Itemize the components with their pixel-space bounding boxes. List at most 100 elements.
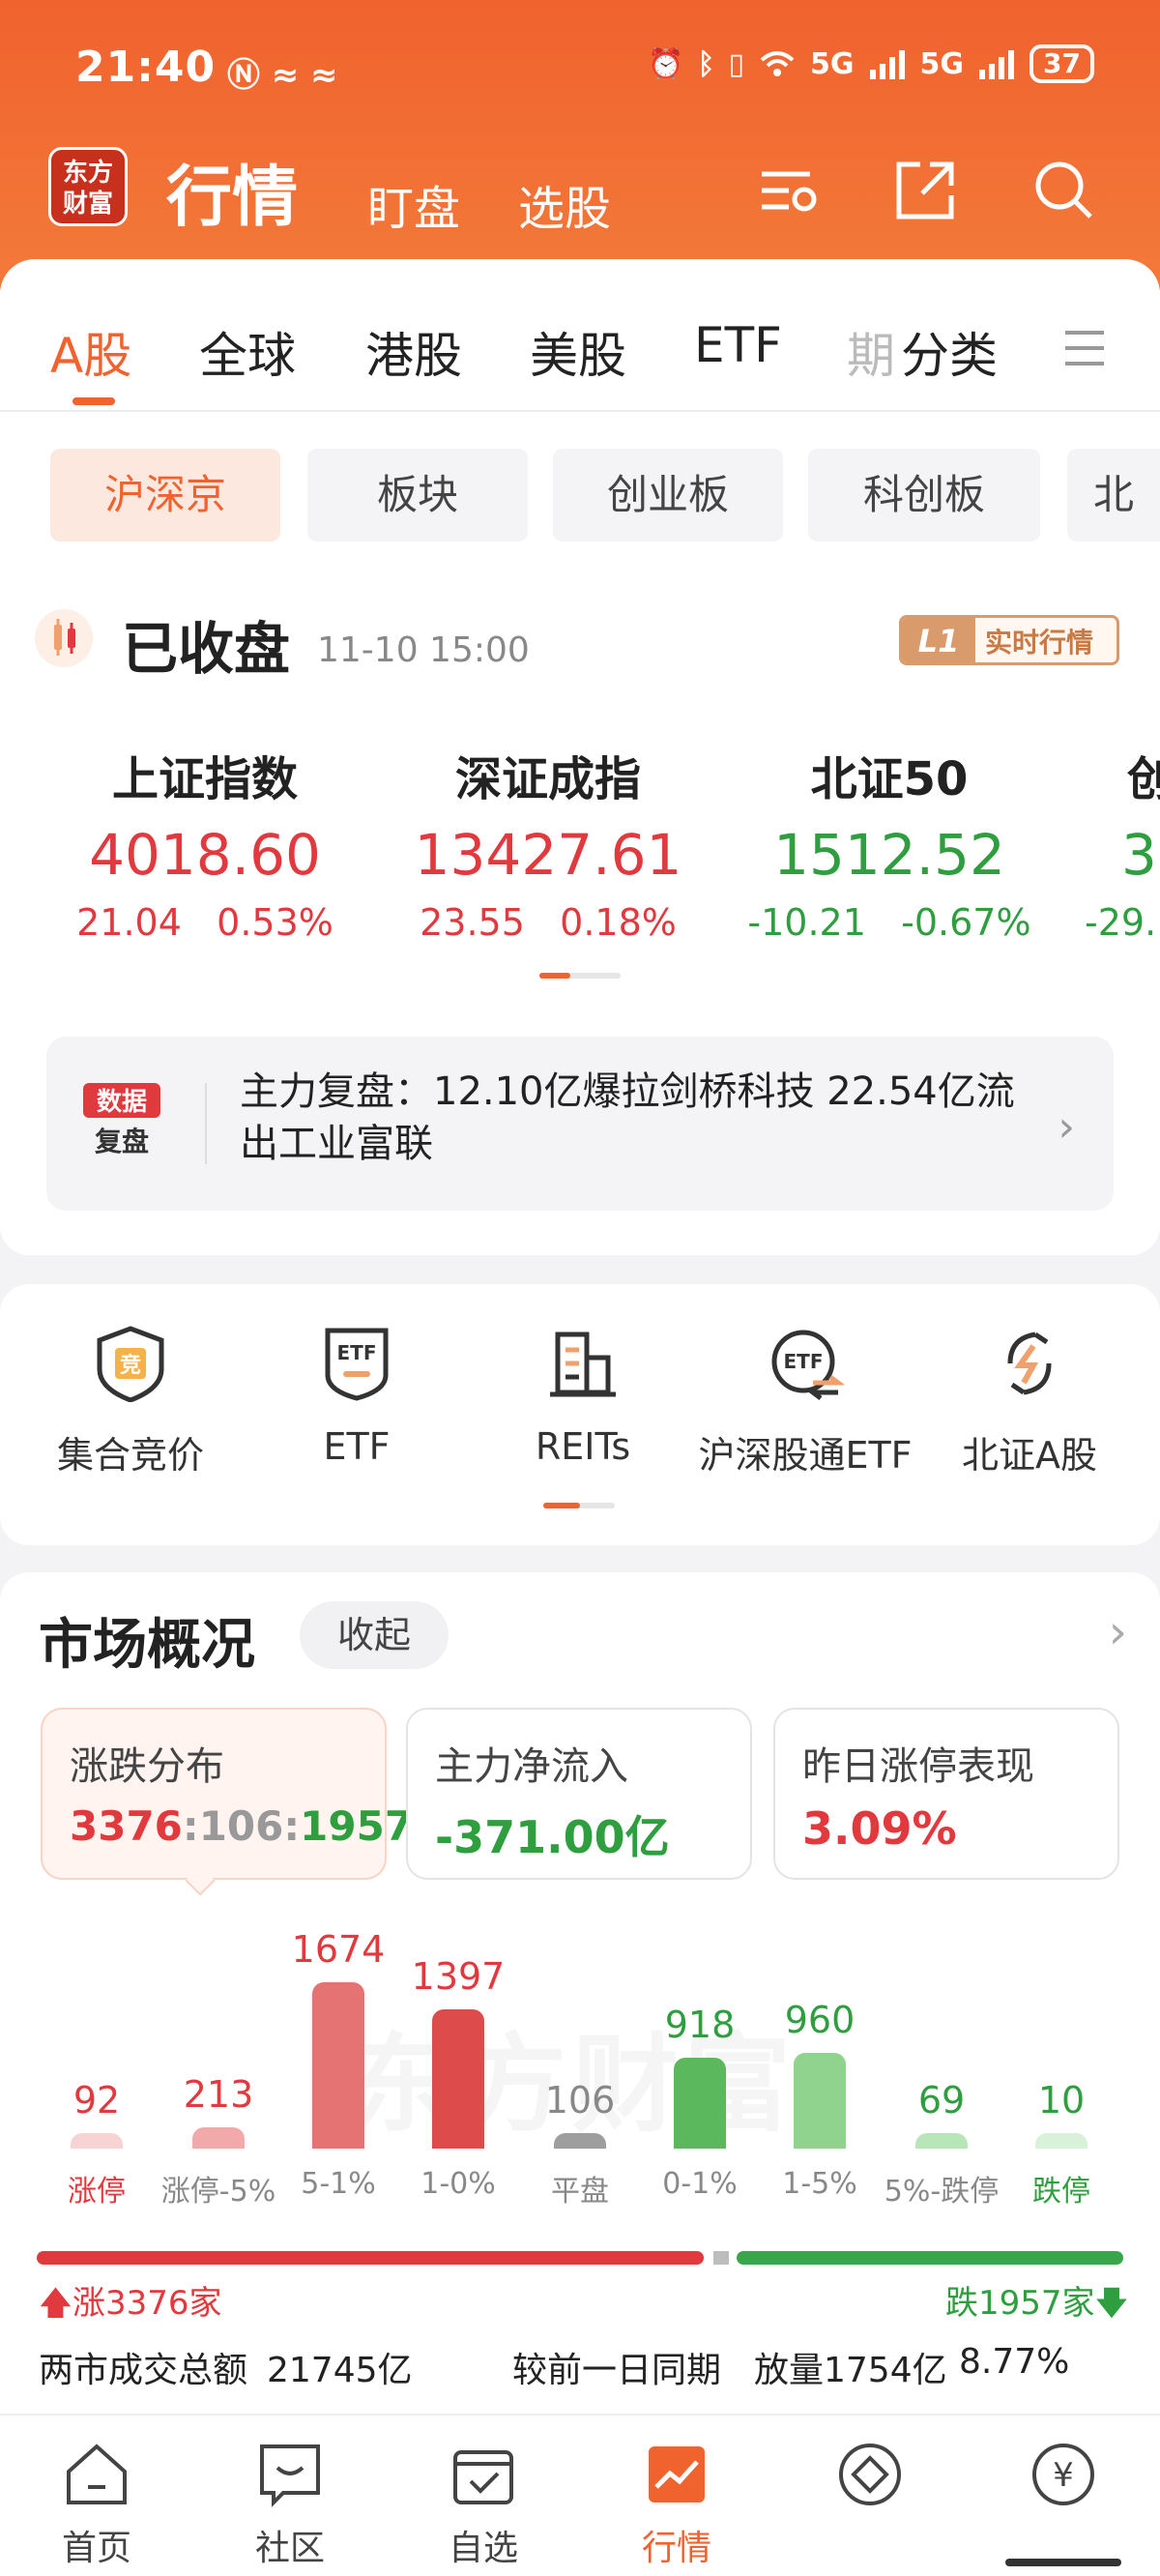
realtime-label: 实时行情 — [985, 627, 1094, 659]
distribution-label: 5%-跌停 — [884, 2175, 1000, 2209]
entry-etf[interactable]: ETF ETF — [246, 1325, 468, 1468]
l1-label: L1 — [902, 618, 975, 662]
turnover-label: 两市成交总额 — [39, 2351, 248, 2390]
compare-value: 放量1754亿 — [754, 2351, 947, 2390]
distribution-bar — [915, 2133, 968, 2149]
nav-community[interactable]: 社区 — [222, 2439, 358, 2570]
vibrate-icon: ▯ — [728, 46, 745, 81]
index-name: 深证成指 — [454, 752, 641, 806]
svg-text:竞: 竞 — [120, 1353, 141, 1378]
distribution-count: 106 — [544, 2079, 616, 2122]
chip-star-market[interactable]: 科创板 — [808, 449, 1040, 542]
entry-reits[interactable]: REITs — [472, 1325, 694, 1468]
logo-text: 东方财富 — [62, 159, 113, 219]
market-overview-card: 市场概况 收起 › 涨跌分布 3376:106:1957 主力净流入 -371.… — [0, 1572, 1160, 2414]
distribution-bar — [554, 2133, 606, 2149]
nav-wealth[interactable]: ¥ — [996, 2439, 1131, 2520]
tab-etf[interactable]: ETF — [694, 317, 782, 373]
tab-watch[interactable]: 盯盘 — [367, 170, 460, 238]
nav-market[interactable]: 行情 — [609, 2439, 744, 2570]
app-header: 21:40 Ⓝ ≈ ≈ ⏰ ᛒ ▯ 5G 5G 37 东方财富 行情 盯盘 选股 — [0, 0, 1160, 290]
tab-category[interactable]: 分类 — [901, 317, 998, 387]
svg-text:ETF: ETF — [337, 1341, 377, 1364]
distribution-label: 平盘 — [551, 2175, 609, 2209]
status-right: ⏰ ᛒ ▯ 5G 5G 37 — [648, 44, 1094, 83]
entry-connect-etf[interactable]: ETF 沪深股通ETF — [694, 1325, 916, 1478]
chip-sectors[interactable]: 板块 — [307, 449, 528, 542]
banner-separator — [205, 1083, 207, 1164]
nav-trade[interactable] — [802, 2439, 938, 2520]
tab-a-shares[interactable]: A股 — [50, 317, 131, 387]
market-status: 已收盘 — [122, 616, 291, 682]
nav-home[interactable]: 首页 — [29, 2439, 164, 2570]
distribution-bar — [192, 2127, 245, 2149]
nav-label: 自选 — [448, 2529, 518, 2568]
distribution-count: 960 — [784, 1999, 856, 2042]
index-change: 21.04 — [76, 901, 182, 944]
decline-total: 跌1957家🡇 — [945, 2276, 1128, 2335]
index-card-bse50[interactable]: 北证50 1512.52 -10.21 -0.67% — [737, 741, 1042, 944]
turnover-value: 21745亿 — [267, 2351, 413, 2390]
distribution-label: 0-1% — [662, 2167, 738, 2201]
wealth-icon: ¥ — [1032, 2444, 1094, 2505]
distribution-count: 92 — [72, 2079, 121, 2122]
index-change: -29. — [1085, 901, 1157, 944]
data-review-badge-icon: 数据 复盘 — [83, 1083, 160, 1157]
distribution-count: 1397 — [411, 1955, 506, 1999]
entry-label: 北证A股 — [962, 1434, 1097, 1477]
distribution-count: 918 — [664, 2003, 736, 2046]
entry-call-auction[interactable]: 竞 集合竞价 — [19, 1325, 242, 1478]
distribution-label: 1-0% — [420, 2167, 496, 2201]
tab-global[interactable]: 全球 — [199, 317, 296, 387]
app-bar: 东方财富 行情 盯盘 选股 — [0, 143, 1160, 240]
index-card-sse[interactable]: 上证指数 4018.60 21.04 0.53% — [60, 741, 350, 944]
distribution-bar — [1035, 2133, 1088, 2149]
distribution-label: 涨停 — [68, 2175, 126, 2209]
etf-exchange-icon: ETF — [771, 1330, 846, 1400]
decline-total-label: 跌1957家 — [945, 2284, 1095, 2323]
nav-watchlist[interactable]: 自选 — [416, 2439, 551, 2570]
search-icon[interactable] — [1030, 157, 1098, 224]
chip-beijing[interactable]: 北 — [1067, 449, 1160, 542]
tab-hk[interactable]: 港股 — [365, 317, 462, 387]
distribution-bar — [312, 1982, 364, 2149]
signal-bars-icon — [979, 50, 1015, 79]
menu-icon[interactable] — [1063, 329, 1106, 367]
alarm-icon: ⏰ — [648, 46, 684, 81]
distribution-chart: 92 涨停 213 涨停-5% 1674 5-1% 1397 1-0% 106 平盘 918 0-1%… — [0, 1572, 1160, 2249]
index-change: 23.55 — [420, 901, 525, 944]
tab-stock-picker[interactable]: 选股 — [518, 170, 611, 238]
tab-futures[interactable]: 期 — [847, 317, 895, 387]
entry-bse-a-shares[interactable]: 北证A股 — [918, 1325, 1141, 1478]
chevron-right-icon: › — [1058, 1102, 1075, 1152]
l1-realtime-badge[interactable]: L1 实时行情 — [899, 615, 1119, 665]
chip-chinext[interactable]: 创业板 — [553, 449, 783, 542]
index-name: 北证50 — [810, 752, 969, 806]
wifi-icon — [760, 51, 795, 76]
status-bar: 21:40 Ⓝ ≈ ≈ ⏰ ᛒ ▯ 5G 5G 37 — [0, 39, 1160, 97]
distribution-bar — [71, 2133, 123, 2149]
battery-indicator: 37 — [1030, 44, 1094, 83]
index-card-chinext[interactable]: 创 3 -29. — [1083, 741, 1160, 944]
distribution-count: 10 — [1037, 2079, 1086, 2122]
index-card-szse[interactable]: 深证成指 13427.61 23.55 0.18% — [398, 741, 698, 944]
index-name: 上证指数 — [111, 752, 298, 806]
list-settings-icon[interactable] — [756, 157, 824, 224]
svg-text:ETF: ETF — [784, 1350, 824, 1373]
data-review-banner[interactable]: 数据 复盘 主力复盘：12.10亿爆拉剑桥科技 22.54亿流出工业富联 › — [46, 1037, 1114, 1211]
app-logo[interactable]: 东方财富 — [48, 147, 128, 226]
advance-total: 🡅涨3376家 — [39, 2276, 221, 2335]
entry-pager — [543, 1503, 615, 1508]
index-value: 1512.52 — [773, 822, 1005, 888]
index-change-pct: 0.53% — [217, 901, 334, 944]
distribution-count: 69 — [917, 2079, 966, 2122]
index-value: 3 — [1121, 822, 1157, 888]
badge-line-1: 数据 — [97, 1088, 147, 1117]
tab-us[interactable]: 美股 — [530, 317, 626, 387]
distribution-count: 213 — [183, 2073, 254, 2117]
status-time: 21:40 — [75, 43, 217, 92]
share-icon[interactable] — [891, 157, 959, 224]
review-text: 主力复盘：12.10亿爆拉剑桥科技 22.54亿流出工业富联 — [240, 1069, 1015, 1166]
chip-shanghai-shenzhen-beijing[interactable]: 沪深京 — [50, 449, 280, 542]
entry-label: REITs — [535, 1425, 631, 1468]
